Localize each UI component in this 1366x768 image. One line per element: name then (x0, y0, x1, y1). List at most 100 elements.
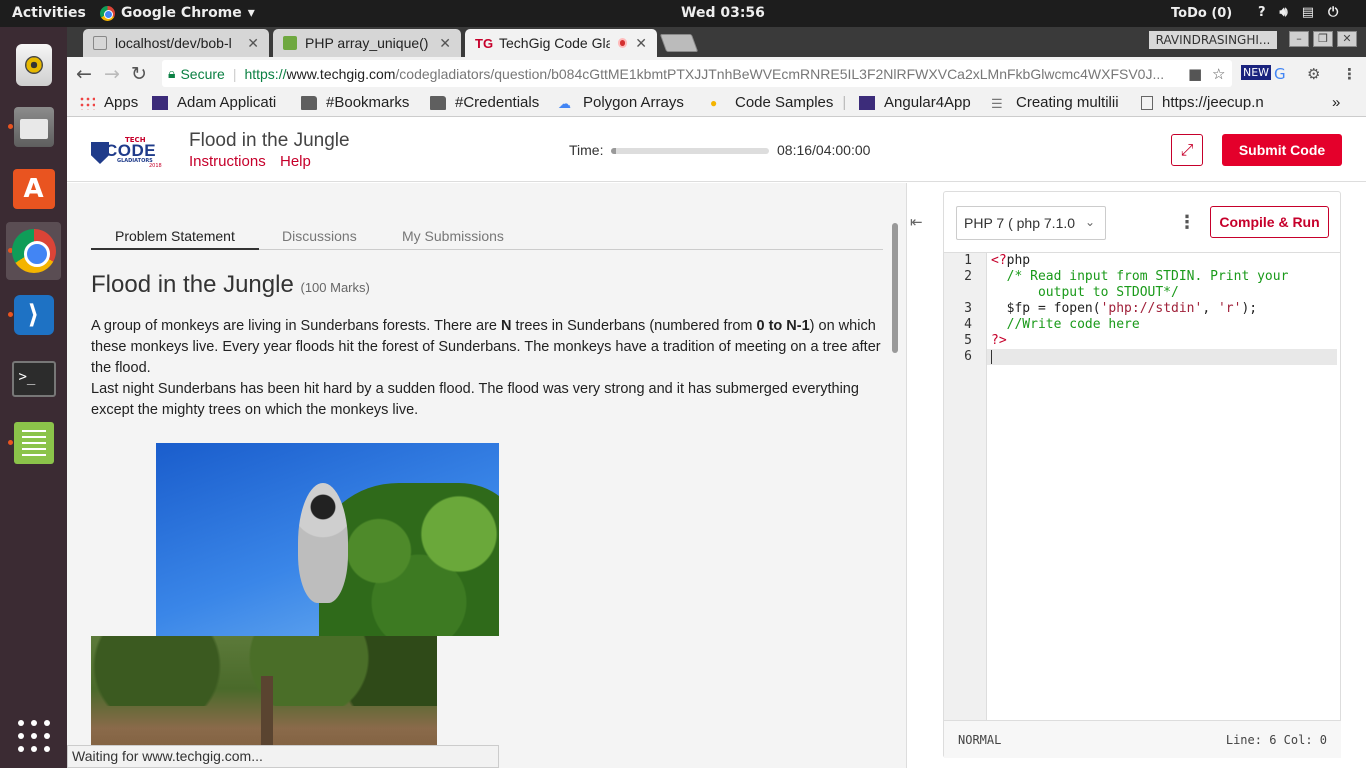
code-lines[interactable]: <?php /* Read input from STDIN. Print yo… (987, 253, 1341, 365)
files-icon (13, 107, 54, 147)
reload-icon[interactable]: ↻ (131, 63, 147, 85)
bookmark-apps[interactable]: Apps (79, 94, 138, 111)
compile-run-button[interactable]: Compile & Run (1210, 206, 1329, 238)
dock-vscode[interactable]: ⟩ (6, 286, 61, 344)
secure-label: Secure (180, 65, 225, 82)
bookmark-folder-bookmarks[interactable]: #Bookmarks (301, 94, 409, 111)
help-icon[interactable]: ? (1258, 5, 1266, 20)
bookmark-creating-multilingual[interactable]: ☰ Creating multilii (991, 94, 1123, 111)
settings-extension-icon[interactable]: ⚙ (1307, 65, 1320, 83)
line-number (944, 285, 986, 301)
tab-close-icon[interactable]: ✕ (439, 35, 451, 52)
bookmarks-overflow-button[interactable]: » (1332, 94, 1340, 111)
submit-code-button[interactable]: Submit Code (1222, 134, 1342, 166)
dock-chrome[interactable] (6, 222, 61, 280)
page-icon (1141, 95, 1153, 110)
tab-problem-statement[interactable]: Problem Statement (91, 228, 259, 250)
forward-icon[interactable]: → (104, 63, 120, 85)
activities-button[interactable]: Activities (12, 5, 86, 21)
line-number: 1 (964, 253, 972, 268)
camera-icon[interactable]: ■ (1188, 65, 1202, 83)
language-value: PHP 7 ( php 7.1.0 (964, 215, 1076, 231)
vim-mode: NORMAL (958, 733, 1002, 747)
text-editor-icon (13, 422, 54, 464)
line-number: 4 (964, 317, 972, 332)
code-gladiators-logo[interactable]: TECH CODE GLADIATORS 2018 (91, 136, 167, 169)
back-icon[interactable]: ← (76, 63, 92, 85)
bookmark-angular4app[interactable]: Angular4App (859, 94, 971, 111)
dock-software-store[interactable]: A (6, 160, 61, 218)
new-tab-button[interactable] (659, 34, 699, 52)
browser-tab-3-active[interactable]: TG TechGig Code Gla ✕ (465, 29, 657, 57)
tab-title: PHP array_unique() (305, 35, 429, 51)
dock-rhythmbox[interactable] (6, 36, 61, 94)
bookmark-adam[interactable]: Adam Applicati (152, 94, 290, 111)
menu-kebab-icon[interactable]: ⋮ (1342, 65, 1357, 83)
bookmark-code-samples[interactable]: ● Code Samples | (710, 94, 846, 111)
translate-extension-icon[interactable]: G (1274, 65, 1286, 83)
running-indicator (8, 312, 13, 317)
bookmark-jeecup[interactable]: https://jeecup.n (1141, 94, 1293, 111)
dock-text-editor[interactable] (6, 414, 61, 472)
profile-button[interactable]: RAVINDRASINGHI... (1149, 31, 1277, 49)
code-editor-panel: PHP 7 ( php 7.1.0 ⌄ ⋮ Compile & Run 1 2 … (943, 191, 1341, 758)
instructions-link[interactable]: Instructions (189, 153, 266, 170)
bookmark-folder-credentials[interactable]: #Credentials (430, 94, 539, 111)
bookmark-star-icon[interactable]: ☆ (1212, 65, 1225, 83)
code-line: //Write code here (991, 317, 1140, 332)
problem-paragraph-1: A group of monkeys are living in Sunderb… (91, 318, 881, 376)
chrome-icon (11, 229, 56, 273)
news-extension-icon[interactable]: NEW (1241, 65, 1272, 80)
caret-down-icon: ▾ (247, 5, 255, 21)
bookmarks-bar: Apps Adam Applicati #Bookmarks #Credenti… (67, 90, 1366, 117)
language-select[interactable]: PHP 7 ( php 7.1.0 ⌄ (956, 206, 1106, 240)
dock-show-apps[interactable] (6, 707, 61, 765)
browser-toolbar: ← → ↻ 🔒︎ Secure | https://www.techgig.co… (67, 57, 1366, 90)
browser-tab-2[interactable]: PHP array_unique() ✕ (273, 29, 461, 57)
bookmark-polygon-arrays[interactable]: ☁ Polygon Arrays (558, 94, 698, 111)
running-indicator (8, 440, 13, 445)
tab-close-icon[interactable]: ✕ (635, 35, 647, 52)
tab-close-icon[interactable]: ✕ (247, 35, 259, 52)
url-host: www.techgig.com (286, 65, 396, 82)
apps-grid-icon (79, 95, 95, 110)
close-window-button[interactable]: ✕ (1337, 31, 1357, 47)
editor-options-icon[interactable]: ⋮ (1178, 212, 1196, 233)
minimize-button[interactable]: – (1289, 31, 1309, 47)
tab-my-submissions[interactable]: My Submissions (402, 228, 504, 244)
line-number: 2 (964, 269, 972, 284)
fullscreen-button[interactable]: ⤢ (1171, 134, 1203, 166)
tab-discussions[interactable]: Discussions (282, 228, 357, 244)
code-editor[interactable]: 1 2 3 4 5 6 <?php /* Read input from STD… (944, 252, 1341, 721)
dock-terminal[interactable]: >_ (6, 350, 61, 408)
monkey-photo (156, 443, 499, 636)
help-link[interactable]: Help (280, 153, 311, 170)
folder-icon (301, 95, 317, 110)
problem-title: Flood in the Jungle (100 Marks) (91, 271, 370, 299)
code-line: $fp = fopen('php://stdin', 'r'); (991, 301, 1258, 316)
bookmark-label: Polygon Arrays (583, 94, 684, 111)
clipboard-icon[interactable]: ▤ (1302, 5, 1314, 20)
folder-icon (430, 95, 446, 110)
collapse-panel-icon[interactable]: ⇤ (910, 213, 923, 231)
problem-scrollbar[interactable] (892, 223, 898, 353)
problem-marks: (100 Marks) (300, 280, 370, 295)
system-tray[interactable]: ? 🔊︎ ▤ ⏻ (1258, 5, 1338, 20)
power-icon[interactable]: ⏻ (1328, 5, 1338, 20)
purple-site-icon (152, 95, 168, 110)
lock-icon: 🔒︎ (168, 65, 176, 81)
tab-strip: localhost/dev/bob-l ✕ PHP array_unique()… (67, 27, 1366, 57)
time-progress-fill (611, 148, 617, 154)
url-path: /codegladiators/question/b084cGttME1kbmt… (395, 65, 1165, 82)
todo-indicator[interactable]: ToDo (0) (1171, 6, 1232, 21)
address-bar[interactable]: 🔒︎ Secure | https://www.techgig.com/code… (162, 60, 1232, 87)
browser-tab-1[interactable]: localhost/dev/bob-l ✕ (83, 29, 269, 57)
dock-files[interactable] (6, 98, 61, 156)
maximize-button[interactable]: ❐ (1313, 31, 1333, 47)
volume-icon[interactable]: 🔊︎ (1280, 5, 1288, 20)
clock[interactable]: Wed 03:56 (681, 5, 765, 21)
bookmark-label: https://jeecup.n (1162, 94, 1264, 111)
browser-status-bubble: Waiting for www.techgig.com... (67, 745, 499, 768)
code-line: output to STDOUT*/ (991, 285, 1179, 300)
app-menu[interactable]: Google Chrome ▾ (100, 5, 255, 21)
